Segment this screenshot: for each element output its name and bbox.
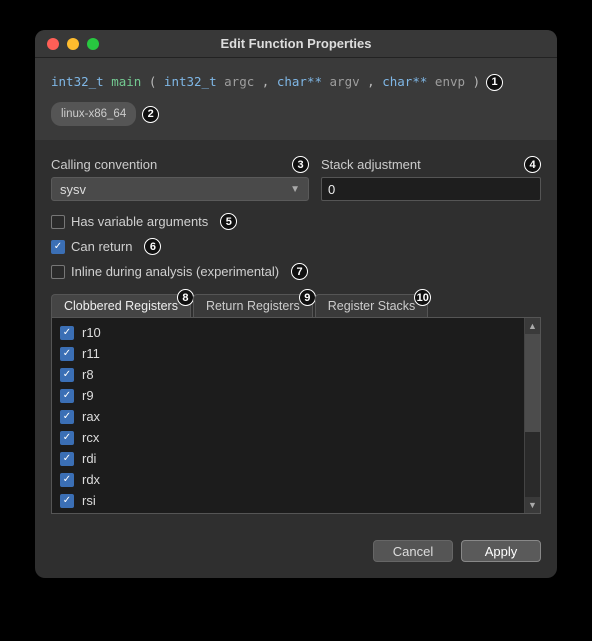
register-name: r11: [82, 346, 100, 361]
return-type: int32_t: [51, 74, 104, 89]
can-return-checkbox[interactable]: ✓: [51, 240, 65, 254]
tab-label: Clobbered Registers: [64, 299, 178, 313]
register-name: r9: [82, 388, 94, 403]
traffic-lights: [35, 38, 99, 50]
register-name: rax: [82, 409, 100, 424]
register-name: r8: [82, 367, 94, 382]
button-label: Cancel: [393, 544, 433, 559]
register-row[interactable]: ✓ r8: [60, 364, 516, 385]
register-checkbox[interactable]: ✓: [60, 368, 74, 382]
minimize-icon[interactable]: [67, 38, 79, 50]
callout-1: 1: [486, 74, 503, 91]
register-row[interactable]: ✓ r10: [60, 322, 516, 343]
register-row[interactable]: ✓ rdi: [60, 448, 516, 469]
callout-9: 9: [299, 289, 316, 306]
form-body: Calling convention 3 sysv ▼ Stack adjust…: [35, 140, 557, 528]
register-checkbox[interactable]: ✓: [60, 473, 74, 487]
register-name: rdx: [82, 472, 100, 487]
stack-adjustment-value: 0: [328, 182, 335, 197]
tab-label: Register Stacks: [328, 299, 416, 313]
register-checkbox[interactable]: ✓: [60, 431, 74, 445]
scroll-up-icon[interactable]: ▲: [525, 318, 540, 334]
scroll-thumb[interactable]: [525, 334, 540, 432]
scroll-down-icon[interactable]: ▼: [525, 497, 540, 513]
register-checkbox[interactable]: ✓: [60, 410, 74, 424]
param-name: envp: [435, 74, 465, 89]
dialog-window: Edit Function Properties int32_t main ( …: [35, 30, 557, 578]
register-list: ✓ r10 ✓ r11 ✓ r8 ✓ r9 ✓ rax ✓ rcx ✓ rdi ✓ rdx ✓ rsi ▲ ▼: [51, 318, 541, 514]
register-row[interactable]: ✓ r9: [60, 385, 516, 406]
calling-convention-dropdown[interactable]: sysv ▼: [51, 177, 309, 201]
cancel-button[interactable]: Cancel: [373, 540, 453, 562]
titlebar: Edit Function Properties: [35, 30, 557, 58]
register-name: rsi: [82, 493, 96, 508]
param-name: argc: [224, 74, 254, 89]
register-checkbox[interactable]: ✓: [60, 389, 74, 403]
has-var-args-checkbox[interactable]: [51, 215, 65, 229]
scrollbar[interactable]: ▲ ▼: [524, 318, 540, 513]
platform-tag[interactable]: linux-x86_64: [51, 102, 136, 126]
inline-analysis-label: Inline during analysis (experimental): [71, 264, 279, 279]
stack-adjustment-input[interactable]: 0: [321, 177, 541, 201]
function-name: main: [111, 74, 141, 89]
can-return-label: Can return: [71, 239, 132, 254]
param-type: char**: [277, 74, 322, 89]
tab-label: Return Registers: [206, 299, 300, 313]
tab-clobbered-registers[interactable]: Clobbered Registers 8: [51, 294, 191, 317]
inline-analysis-checkbox[interactable]: [51, 265, 65, 279]
stack-adjustment-label: Stack adjustment: [321, 157, 421, 172]
register-checkbox[interactable]: ✓: [60, 452, 74, 466]
tab-register-stacks[interactable]: Register Stacks 10: [315, 294, 429, 317]
callout-5: 5: [220, 213, 237, 230]
register-checkbox[interactable]: ✓: [60, 494, 74, 508]
register-name: r10: [82, 325, 101, 340]
callout-4: 4: [524, 156, 541, 173]
callout-2: 2: [142, 106, 159, 123]
register-row[interactable]: ✓ rcx: [60, 427, 516, 448]
register-row[interactable]: ✓ rsi: [60, 490, 516, 511]
register-row[interactable]: ✓ rax: [60, 406, 516, 427]
param-type: int32_t: [164, 74, 217, 89]
register-row[interactable]: ✓ r11: [60, 343, 516, 364]
callout-3: 3: [292, 156, 309, 173]
apply-button[interactable]: Apply: [461, 540, 541, 562]
callout-6: 6: [144, 238, 161, 255]
tab-return-registers[interactable]: Return Registers 9: [193, 294, 313, 317]
register-name: rdi: [82, 451, 96, 466]
callout-8: 8: [177, 289, 194, 306]
button-label: Apply: [485, 544, 518, 559]
callout-7: 7: [291, 263, 308, 280]
dialog-footer: Cancel Apply: [35, 528, 557, 578]
calling-convention-value: sysv: [60, 182, 86, 197]
register-checkbox[interactable]: ✓: [60, 347, 74, 361]
signature-text[interactable]: int32_t main ( int32_t argc , char** arg…: [51, 72, 480, 92]
param-type: char**: [382, 74, 427, 89]
register-checkbox[interactable]: ✓: [60, 326, 74, 340]
register-tabs-panel: Clobbered Registers 8 Return Registers 9…: [51, 294, 541, 514]
register-name: rcx: [82, 430, 99, 445]
has-var-args-label: Has variable arguments: [71, 214, 208, 229]
window-title: Edit Function Properties: [35, 36, 557, 51]
chevron-down-icon: ▼: [290, 184, 300, 195]
zoom-icon[interactable]: [87, 38, 99, 50]
calling-convention-label: Calling convention: [51, 157, 157, 172]
callout-10: 10: [414, 289, 431, 306]
register-row[interactable]: ✓ rdx: [60, 469, 516, 490]
close-icon[interactable]: [47, 38, 59, 50]
param-name: argv: [330, 74, 360, 89]
signature-panel: int32_t main ( int32_t argc , char** arg…: [35, 58, 557, 140]
